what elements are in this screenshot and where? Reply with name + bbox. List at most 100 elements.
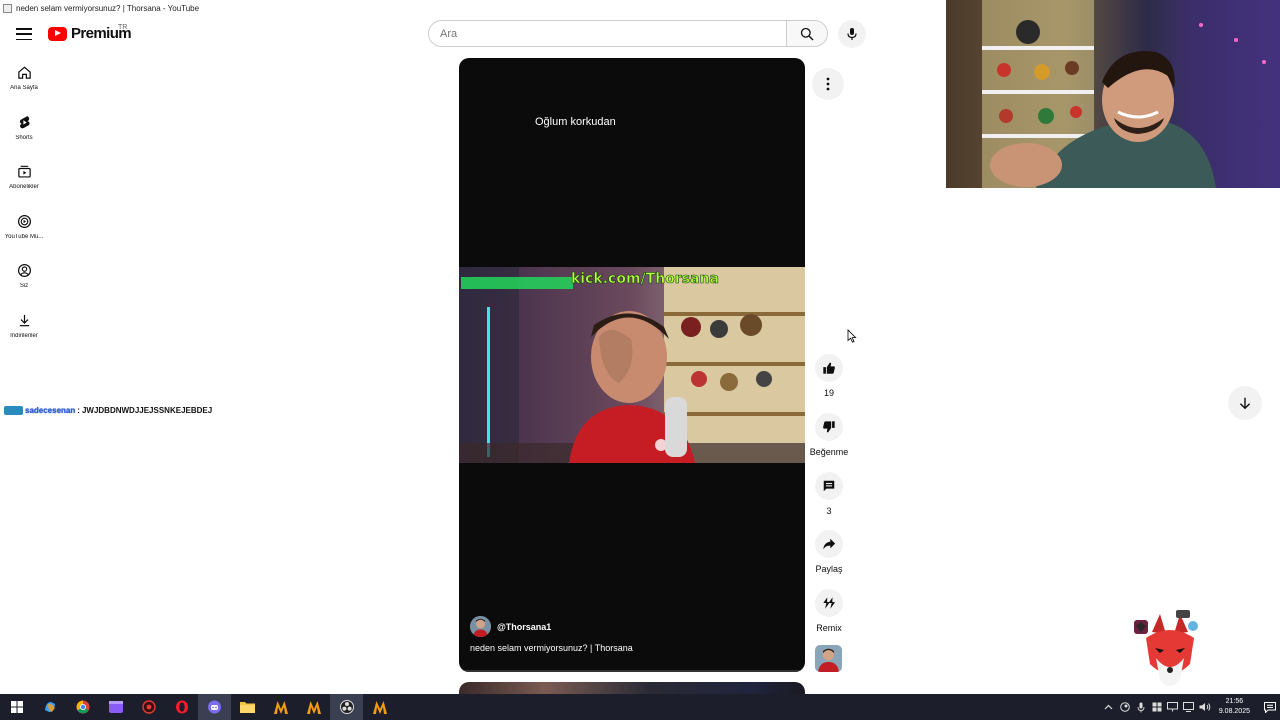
channel-handle[interactable]: @Thorsana1 [497, 622, 551, 632]
taskbar-app-m-1[interactable] [264, 694, 297, 720]
microphone-icon [1137, 702, 1145, 712]
sidebar-item-you[interactable]: Siz [0, 256, 48, 306]
like-button[interactable] [815, 354, 843, 382]
dislike-label: Beğenme [809, 447, 849, 457]
you-icon [17, 263, 31, 278]
channel-avatar[interactable] [470, 616, 491, 637]
remix-button[interactable] [815, 589, 843, 617]
taskbar-obs-app[interactable] [330, 694, 363, 720]
taskbar-video-app[interactable] [99, 694, 132, 720]
search-button[interactable] [786, 20, 828, 47]
notification-center-button[interactable] [1260, 694, 1280, 720]
video-frame: kick.com/Thorsana [459, 267, 805, 463]
guide-menu-button[interactable] [14, 26, 34, 42]
clapper-icon [108, 701, 123, 713]
puzzle-icon [1152, 702, 1162, 712]
tray-display[interactable] [1165, 694, 1181, 720]
video-overlay-text: Oğlum korkudan [535, 116, 616, 128]
screen: neden selam vermiyorsunuz? | Thorsana - … [0, 0, 1280, 720]
voice-search-button[interactable] [838, 20, 866, 48]
taskbar-discord-app[interactable] [198, 694, 231, 720]
arrow-down-icon [1239, 397, 1251, 410]
sidebar-item-downloads[interactable]: İndirilenler [0, 306, 48, 356]
tray-network[interactable] [1181, 694, 1197, 720]
taskbar-app-m-3[interactable] [363, 694, 396, 720]
streamer-webcam-overlay [946, 0, 1280, 188]
clock-date: 9.08.2025 [1218, 708, 1250, 715]
tray-vpn-app[interactable] [1149, 694, 1165, 720]
folder-icon [240, 702, 255, 713]
sidebar-item-home[interactable]: Ana Sayfa [0, 58, 48, 108]
sidebar-item-label: İndirilenler [10, 332, 38, 339]
taskbar-app-m-2[interactable] [297, 694, 330, 720]
chat-badge-icon [4, 405, 23, 415]
remix-label: Remix [816, 623, 842, 633]
remix-icon [823, 597, 836, 609]
subscriptions-icon [17, 165, 31, 178]
comment-icon [823, 480, 835, 492]
system-tray: 21:56 9.08.2025 [1101, 694, 1280, 720]
search-icon [800, 27, 814, 40]
sidebar-item-shorts[interactable]: Shorts [0, 108, 48, 158]
shorts-player[interactable]: Oğlum korkudan kick.com/Thorsana @Thorsa… [459, 58, 805, 672]
comments-button[interactable] [815, 472, 843, 500]
steam-icon [1120, 702, 1130, 712]
like-action: 19 [808, 354, 850, 398]
chat-username: sadecesenan [25, 405, 76, 415]
more-actions-button[interactable] [812, 68, 844, 100]
svg-text:kick.com/Thorsana: kick.com/Thorsana [571, 271, 719, 287]
window-title-text: neden selam vermiyorsunuz? | Thorsana - … [16, 3, 200, 13]
windows-taskbar: 21:56 9.08.2025 [0, 694, 1280, 720]
chat-message-text: JWJDBDNWDJJEJSSNKEJEBDEJ [81, 405, 213, 415]
share-icon [823, 538, 836, 550]
opera-icon [175, 700, 188, 714]
video-title[interactable]: neden selam vermiyorsunuz? | Thorsana [470, 643, 633, 653]
home-icon [17, 66, 31, 79]
network-icon [1183, 702, 1195, 712]
taskbar-clock[interactable]: 21:56 9.08.2025 [1219, 697, 1250, 717]
youtube-music-icon [17, 214, 31, 228]
tray-steam-app[interactable] [1117, 694, 1133, 720]
taskbar-copilot-app[interactable] [33, 694, 66, 720]
start-button[interactable] [0, 694, 33, 720]
playback-progress-fill [459, 670, 463, 672]
search-input[interactable] [428, 20, 786, 47]
taskbar-file-explorer[interactable] [231, 694, 264, 720]
taskbar-security-app[interactable] [132, 694, 165, 720]
thumbs-down-icon [823, 421, 835, 433]
dislike-action: Beğenme [808, 413, 850, 457]
thumbs-up-icon [823, 362, 835, 374]
share-button[interactable] [815, 530, 843, 558]
sidebar-item-label: Abonelikler [9, 184, 39, 190]
share-action: Paylaş [808, 530, 850, 574]
discord-icon [208, 700, 221, 714]
show-hidden-icons-button[interactable] [1101, 694, 1117, 720]
next-video-button[interactable] [1228, 386, 1262, 420]
dislike-button[interactable] [815, 413, 843, 441]
comment-count: 3 [826, 506, 832, 516]
sidebar-item-subscriptions[interactable]: Abonelikler [0, 157, 48, 207]
sidebar-item-youtube-music[interactable]: YouTube Mu... [0, 207, 48, 257]
region-code: TR [118, 24, 128, 31]
sidebar-item-label: Ana Sayfa [10, 85, 38, 91]
playback-progress-bar[interactable] [459, 670, 805, 672]
comments-action: 3 [808, 472, 850, 516]
downloads-icon [19, 314, 29, 326]
monitor-icon [1167, 702, 1179, 712]
tray-microphone[interactable] [1133, 694, 1149, 720]
chrome-icon [76, 700, 89, 714]
chat-separator: : [77, 405, 80, 415]
notification-icon [1264, 701, 1276, 713]
original-sound-thumbnail[interactable] [815, 645, 842, 672]
taskbar-chrome-app[interactable] [66, 694, 99, 720]
tray-volume[interactable] [1197, 694, 1213, 720]
browser-window-title: neden selam vermiyorsunuz? | Thorsana - … [0, 0, 946, 16]
guide-sidebar: Ana Sayfa Shorts Abonelikler YouTube Mu.… [0, 58, 48, 355]
orange-m-app-icon [273, 700, 288, 714]
clock-time: 21:56 [1225, 698, 1244, 705]
sidebar-item-label: Shorts [15, 134, 33, 141]
search-box [428, 20, 828, 47]
channel-row: @Thorsana1 [470, 616, 551, 637]
chevron-up-icon [1104, 704, 1113, 710]
taskbar-opera-app[interactable] [165, 694, 198, 720]
